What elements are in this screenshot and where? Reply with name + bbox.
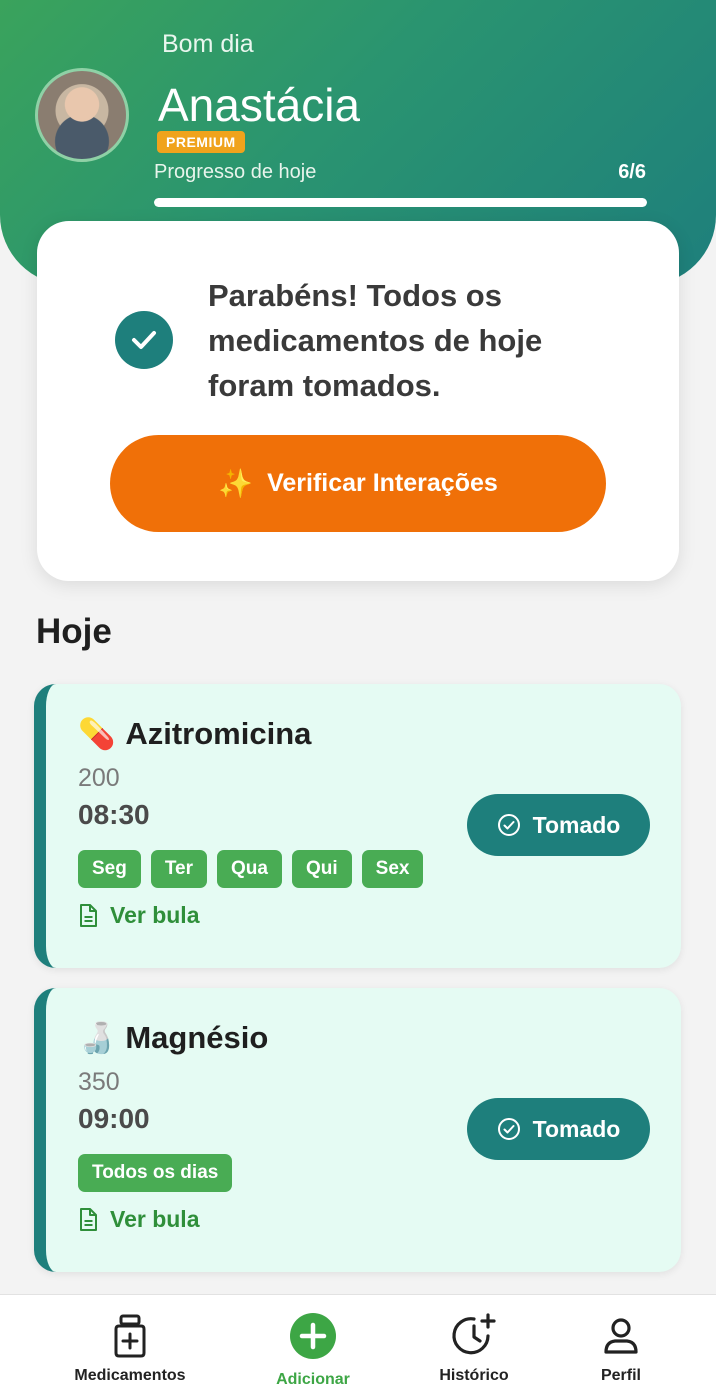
progress-bar-fill: [154, 198, 647, 207]
bottle-icon: 🍶: [78, 1021, 116, 1055]
document-icon: [80, 903, 97, 927]
check-circle-outline-icon: [497, 814, 520, 836]
section-title: Hoje: [36, 612, 112, 651]
premium-badge: PREMIUM: [157, 131, 245, 153]
medication-name: Magnésio: [125, 1020, 269, 1055]
day-chip: Sex: [361, 850, 424, 888]
check-circle-icon: [115, 311, 173, 369]
nav-medications[interactable]: Medicamentos: [50, 1295, 210, 1400]
medication-title: 🍶 Magnésio: [78, 1020, 268, 1056]
sparkles-icon: ✨: [218, 468, 254, 499]
nav-add-label: Adicionar: [276, 1371, 350, 1388]
medication-time: 08:30: [78, 799, 150, 830]
view-leaflet-label: Ver bula: [110, 1206, 200, 1232]
medication-dose: 350: [78, 1068, 120, 1096]
days-list: Todos os dias: [78, 1154, 233, 1192]
nav-medications-label: Medicamentos: [74, 1367, 186, 1384]
user-icon: [601, 1311, 641, 1361]
taken-button[interactable]: Tomado: [467, 794, 650, 856]
pill-icon: 💊: [78, 717, 116, 751]
medicine-bottle-icon: [113, 1311, 147, 1361]
medication-title: 💊 Azitromicina: [78, 716, 311, 752]
medication-time: 09:00: [78, 1103, 150, 1134]
check-interactions-label: Verificar Interações: [267, 469, 498, 497]
congrats-card: Parabéns! Todos os medicamentos de hoje …: [37, 221, 679, 581]
medication-name: Azitromicina: [125, 716, 312, 751]
day-chip: Ter: [150, 850, 208, 888]
medication-card: 💊 Azitromicina 200 08:30 Seg Ter Qua Qui…: [34, 684, 681, 968]
avatar[interactable]: [35, 68, 129, 162]
taken-label: Tomado: [532, 1115, 621, 1142]
nav-history[interactable]: Histórico: [394, 1295, 554, 1400]
day-chip: Todos os dias: [78, 1154, 233, 1192]
view-leaflet-link[interactable]: Ver bula: [78, 1206, 199, 1233]
progress-label: Progresso de hoje: [154, 161, 317, 183]
greeting: Bom dia: [162, 30, 254, 58]
nav-profile-label: Perfil: [600, 1367, 641, 1384]
progress-count: 6/6: [618, 161, 646, 183]
view-leaflet-label: Ver bula: [110, 902, 200, 928]
congrats-message: Parabéns! Todos os medicamentos de hoje …: [208, 278, 543, 403]
document-icon: [80, 1207, 97, 1231]
add-circle-icon: [289, 1311, 337, 1361]
day-chip: Seg: [78, 850, 141, 888]
view-leaflet-link[interactable]: Ver bula: [78, 902, 199, 929]
taken-button[interactable]: Tomado: [467, 1098, 650, 1160]
day-chip: Qua: [217, 850, 282, 888]
days-list: Seg Ter Qua Qui Sex: [78, 850, 424, 888]
nav-add[interactable]: Adicionar: [233, 1295, 393, 1400]
taken-label: Tomado: [532, 811, 621, 838]
check-circle-outline-icon: [497, 1118, 520, 1140]
history-clock-icon: [450, 1311, 498, 1361]
nav-profile[interactable]: Perfil: [541, 1295, 701, 1400]
medication-card: 🍶 Magnésio 350 09:00 Todos os dias Ver b…: [34, 988, 681, 1272]
bottom-navigation: Medicamentos Adicionar Histórico Perfil: [0, 1294, 716, 1400]
username: Anastácia: [158, 79, 361, 131]
day-chip: Qui: [291, 850, 352, 888]
medication-dose: 200: [78, 764, 120, 792]
nav-history-label: Histórico: [439, 1367, 509, 1384]
check-interactions-button[interactable]: ✨ Verificar Interações: [110, 435, 606, 532]
progress-bar: [154, 198, 647, 207]
